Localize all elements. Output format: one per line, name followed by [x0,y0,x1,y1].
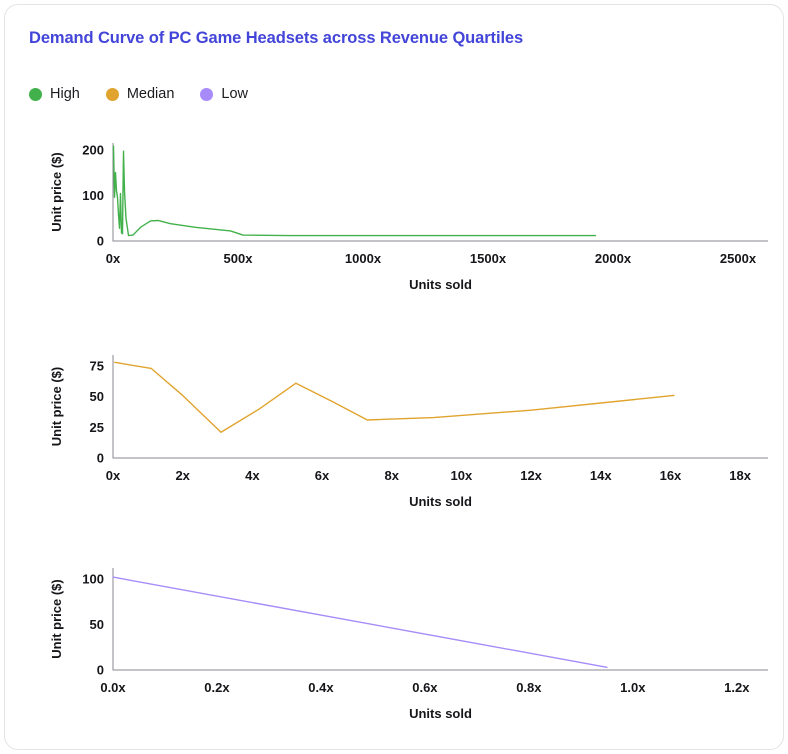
x-tick-label: 0.6x [412,680,438,695]
x-tick-label: 12x [520,468,542,483]
y-axis-title: Unit price ($) [49,579,64,658]
x-tick-label: 0.4x [308,680,334,695]
y-tick-label: 25 [90,420,104,435]
series-line-low [112,576,608,668]
x-tick-label: 0x [106,251,121,266]
x-tick-label: 0x [106,468,121,483]
x-tick-label: 14x [590,468,612,483]
subplot-high: 0 100 200 0x 500x 1000x 1500x 2000x 2500x Unit pr… [5,123,785,313]
chart-card: Demand Curve of PC Game Headsets across … [4,4,784,750]
screenshot-root: Demand Curve of PC Game Headsets across … [0,0,788,754]
x-tick-label: 16x [660,468,682,483]
x-axis-title: Units sold [409,706,472,721]
x-tick-label: 18x [729,468,751,483]
legend-label: Low [221,86,248,102]
legend-item-high[interactable]: High [29,86,80,102]
y-tick-label: 50 [90,617,104,632]
y-tick-label: 200 [82,142,104,157]
chart-legend: High Median Low [29,84,248,104]
legend-item-median[interactable]: Median [105,86,175,102]
x-tick-label: 1.0x [620,680,646,695]
y-tick-label: 100 [82,188,104,203]
x-tick-label: 2000x [595,251,632,266]
x-tick-label: 1500x [470,251,507,266]
legend-label: High [50,86,80,102]
x-tick-label: 6x [315,468,330,483]
series-line-high [112,145,597,237]
x-tick-label: 2500x [720,251,757,266]
legend-label: Median [126,86,175,102]
y-tick-label: 50 [90,389,104,404]
y-tick-label: 75 [90,359,104,374]
x-tick-label: 0.8x [516,680,542,695]
legend-item-low[interactable]: Low [200,86,248,102]
legend-swatch-icon [105,87,119,101]
page-title: Demand Curve of PC Game Headsets across … [29,29,524,47]
x-tick-label: 1.2x [724,680,750,695]
x-axis-title: Units sold [409,494,472,509]
legend-swatch-icon [29,87,42,101]
x-tick-label: 10x [451,468,473,483]
y-axis-title: Unit price ($) [49,367,64,446]
legend-swatch-icon [200,87,214,101]
x-tick-label: 500x [224,251,254,266]
subplot-low: 0 50 100 0.0x 0.2x 0.4x 0.6x 0.8x 1.0x 1.2x Unit p… [5,540,785,740]
x-tick-label: 2x [175,468,190,483]
x-axis-title: Units sold [409,277,472,292]
x-tick-label: 8x [384,468,399,483]
series-line-median [114,361,675,433]
subplot-median: 0 25 50 75 0x 2x 4x 6x 8x 10x 12x 14x 16x 18x Unit pri… [5,330,785,525]
y-tick-label: 100 [82,571,104,586]
y-axis-title: Unit price ($) [49,152,64,231]
y-tick-label: 0 [97,663,104,678]
x-tick-label: 1000x [345,251,382,266]
x-tick-label: 0.0x [100,680,126,695]
y-tick-label: 0 [97,234,104,249]
x-tick-label: 0.2x [204,680,230,695]
y-tick-label: 0 [97,451,104,466]
x-tick-label: 4x [245,468,260,483]
